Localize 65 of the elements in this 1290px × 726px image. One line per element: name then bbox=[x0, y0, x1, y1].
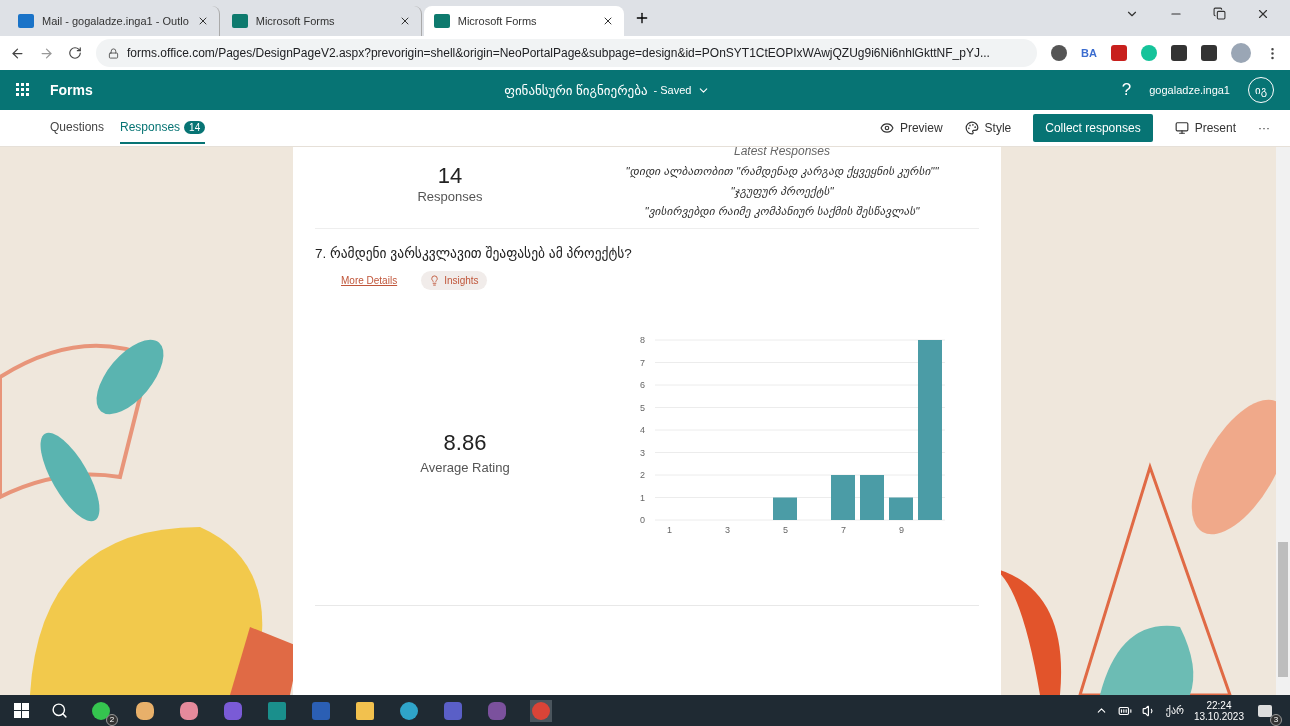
preview-button[interactable]: Preview bbox=[879, 117, 943, 139]
search-icon[interactable] bbox=[51, 702, 68, 719]
restore-icon[interactable] bbox=[1213, 7, 1226, 20]
language-indicator[interactable]: ქარ bbox=[1165, 705, 1184, 716]
axis-label: 5 bbox=[640, 402, 645, 413]
windows-icon[interactable] bbox=[14, 703, 29, 718]
style-button[interactable]: Style bbox=[964, 117, 1012, 139]
axis-label: 9 bbox=[899, 525, 904, 535]
lock-icon bbox=[108, 47, 119, 59]
axis-label: 7 bbox=[640, 357, 645, 368]
form-title[interactable]: ფინანსური წიგნიერება bbox=[504, 82, 648, 98]
response-text: "დიდი ალბათობით "რამდენად კარგად ქყვეყნის კურსი"" bbox=[625, 164, 939, 178]
count-badge: 14 bbox=[184, 120, 206, 134]
count-label: Responses bbox=[417, 189, 483, 204]
clock-time[interactable]: 22:24 bbox=[1206, 699, 1232, 711]
extension-label[interactable]: BA bbox=[1081, 47, 1097, 59]
clock-date[interactable]: 13.10.2023 bbox=[1193, 710, 1244, 722]
axis-label: 5 bbox=[783, 525, 788, 535]
axis-label: 1 bbox=[640, 492, 645, 503]
axis-label: 4 bbox=[640, 425, 645, 435]
response-text: "ჯგუფურ პროექტს" bbox=[730, 184, 834, 198]
axis-label: 3 bbox=[725, 525, 730, 535]
count-badge: 2 bbox=[106, 713, 118, 726]
help-icon[interactable]: ? bbox=[1121, 80, 1132, 100]
eye-icon bbox=[879, 121, 894, 135]
response-count: 14 bbox=[437, 163, 463, 189]
average-label: Average Rating bbox=[420, 460, 510, 475]
reload-icon[interactable] bbox=[68, 46, 82, 60]
present-button[interactable]: Present bbox=[1174, 117, 1236, 139]
count-badge: 3 bbox=[1270, 713, 1282, 726]
nav-tab[interactable]: Responses 14 bbox=[120, 112, 206, 144]
axis-label: 8 bbox=[640, 335, 645, 345]
scrollbar[interactable] bbox=[1276, 147, 1290, 695]
app-name: Forms bbox=[50, 82, 93, 98]
average-value: 8.86 bbox=[443, 430, 487, 456]
axis-label: 6 bbox=[640, 380, 645, 390]
primary-button[interactable]: Collect responses bbox=[1033, 114, 1153, 142]
address-field[interactable]: forms.office.com/Pages/DesignPageV2.aspx?prevorigin=shell&origin=NeoPortalPage&subpage=design&id=POnSYT1CtEOPIxWAwjQZUg9i6Ni6nhlGkttNF_pYJ... bbox=[96, 39, 1038, 67]
nav-tab[interactable]: Questions bbox=[50, 112, 105, 144]
palette-icon bbox=[964, 121, 979, 135]
section-title: Latest Responses bbox=[733, 147, 831, 158]
user-name: gogaladze.inga1 bbox=[1149, 84, 1230, 96]
more-button[interactable]: ··· bbox=[1258, 117, 1270, 139]
save-status: - Saved bbox=[653, 84, 692, 96]
back-icon[interactable] bbox=[10, 45, 25, 61]
scroll-thumb[interactable] bbox=[1278, 542, 1288, 677]
axis-label: 3 bbox=[640, 447, 645, 458]
app-launcher-icon[interactable] bbox=[16, 83, 30, 97]
bar bbox=[831, 475, 855, 520]
forward-icon[interactable] bbox=[39, 45, 54, 61]
bar bbox=[889, 497, 913, 520]
axis-label: 7 bbox=[841, 525, 846, 535]
axis-label: 1 bbox=[667, 525, 672, 535]
browser-tab[interactable]: Microsoft Forms bbox=[423, 6, 624, 36]
bar bbox=[773, 497, 797, 520]
response-text: "ვისირვებდი რაიმე კომპანიურ საქმის შესწავლას" bbox=[644, 204, 920, 218]
more-details-link[interactable]: More Details bbox=[341, 275, 398, 286]
axis-label: 2 bbox=[640, 470, 645, 480]
axis-label: 0 bbox=[640, 515, 645, 525]
close-icon[interactable] bbox=[1256, 7, 1270, 21]
lightbulb-icon bbox=[429, 275, 441, 286]
bar bbox=[860, 475, 884, 520]
monitor-icon bbox=[1174, 121, 1189, 135]
insights-button[interactable]: Insights bbox=[421, 271, 487, 290]
question-title: 7. რამდენი ვარსკვლავით შეაფასებ ამ პროექტს? bbox=[315, 245, 633, 261]
